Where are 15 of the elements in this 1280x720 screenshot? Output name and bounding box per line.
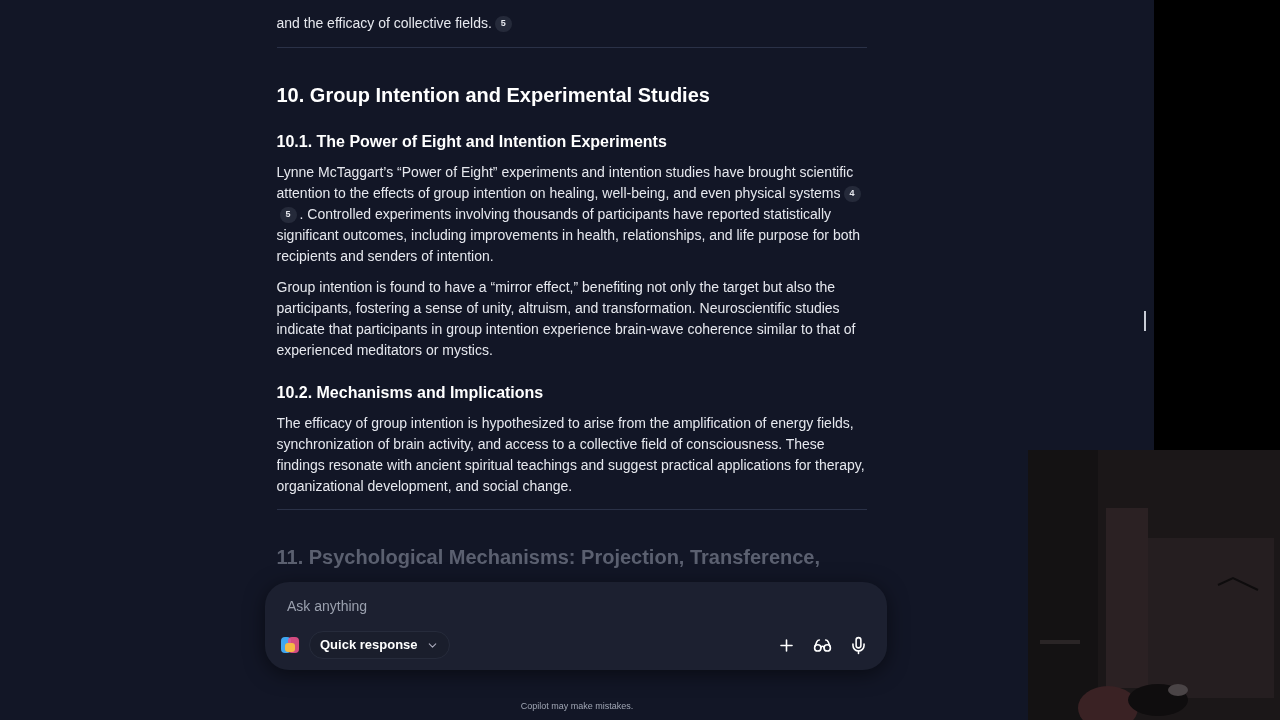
citation-badge[interactable]: 5 — [494, 15, 512, 32]
paragraph-text: and the efficacy of collective fields. — [276, 15, 492, 31]
mode-selector[interactable]: Quick response — [309, 631, 450, 659]
chat-composer[interactable]: Ask anything Quick response — [265, 582, 887, 670]
subsection-heading: 10.2. Mechanisms and Implications — [276, 383, 545, 403]
section-heading: 10. Group Intention and Experimental Studies — [276, 83, 711, 108]
subsection-heading: 10.1. The Power of Eight and Intention Experiments — [276, 132, 668, 152]
logo-icon — [279, 634, 301, 656]
paragraph: Lynne McTaggart’s “Power of Eight” experiments and intention studies have brought scientific attention to the effects of group intention on healing, well-being, and even physical systems 4 5 . Controlled experiments involving thousands of participants have reported statistically significant outcomes, including improvements in health, relationships, and life purpose for both recipients and senders of intention. — [276, 163, 862, 266]
section-heading: 11. Psychological Mechanisms: Projection, Transference, — [276, 545, 822, 570]
disclaimer: Copilot may make mistakes. — [519, 700, 635, 713]
paragraph-text: The efficacy of group intention is hypothesized to arise from the amplification of energy fields, synchronization of brain activity, and access to a collective field of consciousness. These findings resonate with ancient spiritual teachings and suggest practical applications for therapy, organizational development, and social change. — [276, 415, 865, 494]
paragraph-text: Group intention is found to have a “mirror effect,” benefiting not only the target but also the participants, fostering a sense of unity, altruism, and transformation. Neuroscientific studies indicate that participants in group intention experience brain-wave coherence similar to that of experienced meditators or mystics. — [276, 279, 856, 358]
scrollbar-thumb[interactable] — [1144, 311, 1146, 331]
ask-input[interactable]: Ask anything — [279, 592, 873, 620]
